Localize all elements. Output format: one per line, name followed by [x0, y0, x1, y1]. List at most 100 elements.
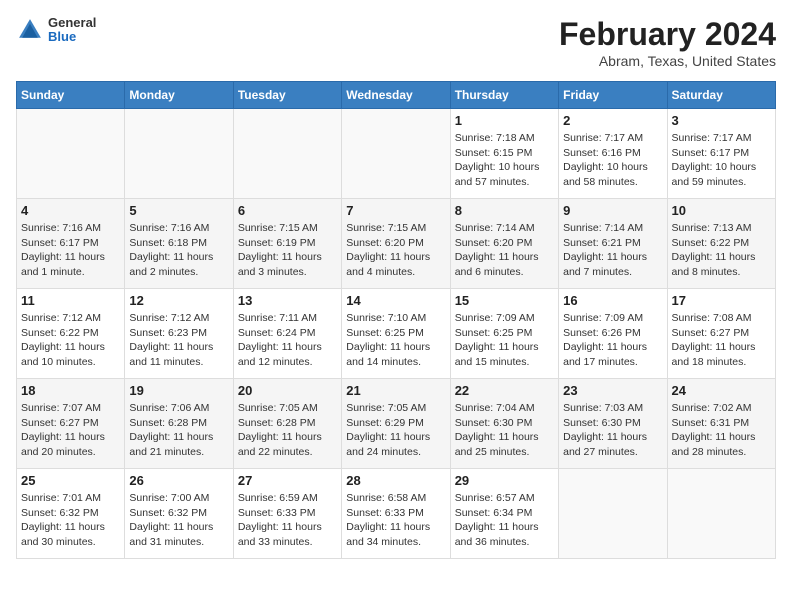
day-info: Sunrise: 7:05 AMSunset: 6:28 PMDaylight:… — [238, 401, 337, 460]
day-info: Sunrise: 7:09 AMSunset: 6:26 PMDaylight:… — [563, 311, 662, 370]
day-info: Sunrise: 7:18 AMSunset: 6:15 PMDaylight:… — [455, 131, 554, 190]
day-number: 25 — [21, 473, 120, 488]
calendar-cell — [17, 109, 125, 199]
day-number: 27 — [238, 473, 337, 488]
calendar-cell — [233, 109, 341, 199]
day-info: Sunrise: 7:16 AMSunset: 6:18 PMDaylight:… — [129, 221, 228, 280]
day-info: Sunrise: 7:03 AMSunset: 6:30 PMDaylight:… — [563, 401, 662, 460]
day-number: 3 — [672, 113, 771, 128]
calendar-cell: 24 Sunrise: 7:02 AMSunset: 6:31 PMDayligh… — [667, 379, 775, 469]
day-info: Sunrise: 6:57 AMSunset: 6:34 PMDaylight:… — [455, 491, 554, 550]
week-row-5: 25 Sunrise: 7:01 AMSunset: 6:32 PMDayligh… — [17, 469, 776, 559]
calendar-cell: 14 Sunrise: 7:10 AMSunset: 6:25 PMDayligh… — [342, 289, 450, 379]
week-row-2: 4Sunrise: 7:16 AMSunset: 6:17 PMDaylight… — [17, 199, 776, 289]
calendar-cell: 16 Sunrise: 7:09 AMSunset: 6:26 PMDayligh… — [559, 289, 667, 379]
day-info: Sunrise: 7:16 AMSunset: 6:17 PMDaylight:… — [21, 221, 120, 280]
day-number: 1 — [455, 113, 554, 128]
calendar-cell: 29 Sunrise: 6:57 AMSunset: 6:34 PMDayligh… — [450, 469, 558, 559]
day-info: Sunrise: 7:01 AMSunset: 6:32 PMDaylight:… — [21, 491, 120, 550]
calendar-cell: 6 Sunrise: 7:15 AMSunset: 6:19 PMDaylight… — [233, 199, 341, 289]
calendar-cell: 27 Sunrise: 6:59 AMSunset: 6:33 PMDayligh… — [233, 469, 341, 559]
header-sunday: Sunday — [17, 82, 125, 109]
calendar-cell: 10 Sunrise: 7:13 AMSunset: 6:22 PMDayligh… — [667, 199, 775, 289]
day-number: 11 — [21, 293, 120, 308]
header-tuesday: Tuesday — [233, 82, 341, 109]
day-number: 17 — [672, 293, 771, 308]
day-number: 19 — [129, 383, 228, 398]
day-info: Sunrise: 7:14 AMSunset: 6:21 PMDaylight:… — [563, 221, 662, 280]
day-info: Sunrise: 7:17 AMSunset: 6:16 PMDaylight:… — [563, 131, 662, 190]
week-row-3: 11Sunrise: 7:12 AMSunset: 6:22 PMDayligh… — [17, 289, 776, 379]
day-number: 24 — [672, 383, 771, 398]
day-info: Sunrise: 6:58 AMSunset: 6:33 PMDaylight:… — [346, 491, 445, 550]
day-number: 5 — [129, 203, 228, 218]
day-number: 21 — [346, 383, 445, 398]
header-thursday: Thursday — [450, 82, 558, 109]
day-number: 6 — [238, 203, 337, 218]
day-number: 29 — [455, 473, 554, 488]
calendar-cell: 3 Sunrise: 7:17 AMSunset: 6:17 PMDaylight… — [667, 109, 775, 199]
day-info: Sunrise: 7:06 AMSunset: 6:28 PMDaylight:… — [129, 401, 228, 460]
day-number: 7 — [346, 203, 445, 218]
calendar-cell: 22Sunrise: 7:04 AMSunset: 6:30 PMDayligh… — [450, 379, 558, 469]
calendar-cell: 19 Sunrise: 7:06 AMSunset: 6:28 PMDayligh… — [125, 379, 233, 469]
day-info: Sunrise: 7:15 AMSunset: 6:20 PMDaylight:… — [346, 221, 445, 280]
calendar-cell: 21 Sunrise: 7:05 AMSunset: 6:29 PMDayligh… — [342, 379, 450, 469]
day-info: Sunrise: 7:00 AMSunset: 6:32 PMDaylight:… — [129, 491, 228, 550]
calendar-cell — [667, 469, 775, 559]
logo-icon — [16, 16, 44, 44]
calendar-cell: 20 Sunrise: 7:05 AMSunset: 6:28 PMDayligh… — [233, 379, 341, 469]
day-number: 23 — [563, 383, 662, 398]
logo-blue-text: Blue — [48, 30, 96, 44]
week-row-1: 1 Sunrise: 7:18 AMSunset: 6:15 PMDaylight… — [17, 109, 776, 199]
calendar-header: SundayMondayTuesdayWednesdayThursdayFrid… — [17, 82, 776, 109]
day-info: Sunrise: 7:08 AMSunset: 6:27 PMDaylight:… — [672, 311, 771, 370]
calendar-table: SundayMondayTuesdayWednesdayThursdayFrid… — [16, 81, 776, 559]
calendar-cell: 13 Sunrise: 7:11 AMSunset: 6:24 PMDayligh… — [233, 289, 341, 379]
day-number: 28 — [346, 473, 445, 488]
day-number: 2 — [563, 113, 662, 128]
calendar-cell: 2 Sunrise: 7:17 AMSunset: 6:16 PMDaylight… — [559, 109, 667, 199]
day-number: 13 — [238, 293, 337, 308]
weekday-header-row: SundayMondayTuesdayWednesdayThursdayFrid… — [17, 82, 776, 109]
day-info: Sunrise: 7:02 AMSunset: 6:31 PMDaylight:… — [672, 401, 771, 460]
calendar-cell: 5 Sunrise: 7:16 AMSunset: 6:18 PMDaylight… — [125, 199, 233, 289]
day-info: Sunrise: 6:59 AMSunset: 6:33 PMDaylight:… — [238, 491, 337, 550]
calendar-cell: 7 Sunrise: 7:15 AMSunset: 6:20 PMDaylight… — [342, 199, 450, 289]
calendar-cell: 18Sunrise: 7:07 AMSunset: 6:27 PMDayligh… — [17, 379, 125, 469]
header-wednesday: Wednesday — [342, 82, 450, 109]
day-number: 10 — [672, 203, 771, 218]
day-info: Sunrise: 7:17 AMSunset: 6:17 PMDaylight:… — [672, 131, 771, 190]
calendar-cell: 28 Sunrise: 6:58 AMSunset: 6:33 PMDayligh… — [342, 469, 450, 559]
day-info: Sunrise: 7:04 AMSunset: 6:30 PMDaylight:… — [455, 401, 554, 460]
logo-general-text: General — [48, 16, 96, 30]
calendar-cell: 23 Sunrise: 7:03 AMSunset: 6:30 PMDayligh… — [559, 379, 667, 469]
calendar-cell: 4Sunrise: 7:16 AMSunset: 6:17 PMDaylight… — [17, 199, 125, 289]
calendar-cell: 8Sunrise: 7:14 AMSunset: 6:20 PMDaylight… — [450, 199, 558, 289]
day-number: 9 — [563, 203, 662, 218]
day-number: 15 — [455, 293, 554, 308]
calendar-cell: 12Sunrise: 7:12 AMSunset: 6:23 PMDayligh… — [125, 289, 233, 379]
day-info: Sunrise: 7:14 AMSunset: 6:20 PMDaylight:… — [455, 221, 554, 280]
calendar-cell: 9 Sunrise: 7:14 AMSunset: 6:21 PMDaylight… — [559, 199, 667, 289]
title-block: February 2024 Abram, Texas, United State… — [559, 16, 776, 69]
day-info: Sunrise: 7:07 AMSunset: 6:27 PMDaylight:… — [21, 401, 120, 460]
header-friday: Friday — [559, 82, 667, 109]
calendar-cell: 26Sunrise: 7:00 AMSunset: 6:32 PMDayligh… — [125, 469, 233, 559]
day-info: Sunrise: 7:10 AMSunset: 6:25 PMDaylight:… — [346, 311, 445, 370]
day-number: 14 — [346, 293, 445, 308]
day-info: Sunrise: 7:15 AMSunset: 6:19 PMDaylight:… — [238, 221, 337, 280]
calendar-cell: 17 Sunrise: 7:08 AMSunset: 6:27 PMDayligh… — [667, 289, 775, 379]
day-number: 20 — [238, 383, 337, 398]
day-info: Sunrise: 7:05 AMSunset: 6:29 PMDaylight:… — [346, 401, 445, 460]
day-info: Sunrise: 7:11 AMSunset: 6:24 PMDaylight:… — [238, 311, 337, 370]
week-row-4: 18Sunrise: 7:07 AMSunset: 6:27 PMDayligh… — [17, 379, 776, 469]
day-info: Sunrise: 7:13 AMSunset: 6:22 PMDaylight:… — [672, 221, 771, 280]
subtitle: Abram, Texas, United States — [559, 53, 776, 69]
day-number: 16 — [563, 293, 662, 308]
calendar-body: 1 Sunrise: 7:18 AMSunset: 6:15 PMDaylight… — [17, 109, 776, 559]
page-header: General Blue February 2024 Abram, Texas,… — [16, 16, 776, 69]
calendar-cell: 15 Sunrise: 7:09 AMSunset: 6:25 PMDayligh… — [450, 289, 558, 379]
header-saturday: Saturday — [667, 82, 775, 109]
day-info: Sunrise: 7:09 AMSunset: 6:25 PMDaylight:… — [455, 311, 554, 370]
